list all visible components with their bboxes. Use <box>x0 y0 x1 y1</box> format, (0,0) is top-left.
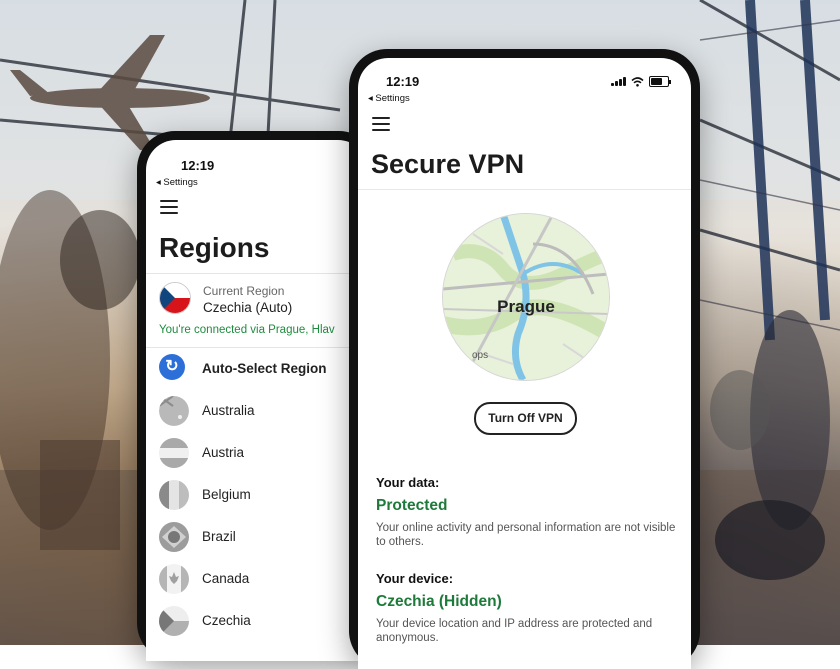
flag-austria-icon <box>159 438 189 468</box>
location-pin-icon <box>443 214 463 240</box>
region-label: Canada <box>202 571 250 586</box>
turn-off-vpn-button[interactable]: Turn Off VPN <box>474 402 577 435</box>
region-item-belgium[interactable]: Belgium <box>146 474 368 516</box>
current-region-panel: Current Region Czechia (Auto) You're con… <box>146 273 368 336</box>
flag-czechia-icon <box>159 606 189 636</box>
flag-brazil-icon <box>159 522 189 552</box>
location-map: Prague ops <box>442 213 610 381</box>
signal-icon <box>611 77 626 86</box>
region-list: ↻ Auto-Select Region Australia Austria B… <box>146 347 368 642</box>
region-label: Auto-Select Region <box>202 361 327 376</box>
status-time: 12:19 <box>386 74 420 89</box>
page-title: Regions <box>159 232 270 263</box>
device-status: Czechia (Hidden) <box>376 593 502 610</box>
flag-canada-icon <box>159 564 189 594</box>
menu-icon[interactable] <box>372 117 390 131</box>
menu-icon[interactable] <box>160 200 178 214</box>
flag-australia-icon <box>159 396 189 426</box>
wifi-icon <box>631 76 644 87</box>
map-city-label: Prague <box>497 297 555 316</box>
page-title: Secure VPN <box>371 149 525 179</box>
region-label: Austria <box>202 445 245 460</box>
region-item-australia[interactable]: Australia <box>146 390 368 432</box>
status-bar-icons <box>611 76 671 87</box>
data-status-section: Your data: Protected Your online activit… <box>376 475 676 549</box>
region-item-canada[interactable]: Canada <box>146 558 368 600</box>
region-item-brazil[interactable]: Brazil <box>146 516 368 558</box>
secure-vpn-screen: 12:19 ◂ Settings Secure VPN Prague ops T… <box>358 58 691 669</box>
region-item-czechia[interactable]: Czechia <box>146 600 368 642</box>
device-description: Your device location and IP address are … <box>376 618 653 644</box>
data-label: Your data: <box>376 475 440 490</box>
connection-status: You're connected via Prague, Hlav <box>159 324 335 336</box>
regions-screen: 12:19 ◂ Settings Regions Current Region … <box>146 140 368 661</box>
status-time: 12:19 <box>181 158 215 173</box>
current-region-caption: Current Region <box>203 284 285 298</box>
region-label: Belgium <box>202 487 251 502</box>
regions-phone: 12:19 ◂ Settings Regions Current Region … <box>137 131 377 661</box>
back-to-settings-link[interactable]: ◂ Settings <box>368 93 410 104</box>
header-divider <box>358 189 691 190</box>
secure-vpn-phone: 12:19 ◂ Settings Secure VPN Prague ops T… <box>349 49 700 669</box>
refresh-icon: ↻ <box>159 354 185 380</box>
device-status-section: Your device: Czechia (Hidden) Your devic… <box>376 571 676 645</box>
current-region-value: Czechia (Auto) <box>203 300 293 315</box>
region-label: Brazil <box>202 529 236 544</box>
data-description: Your online activity and personal inform… <box>376 522 676 548</box>
region-item-austria[interactable]: Austria <box>146 432 368 474</box>
flag-czechia-icon <box>159 282 191 314</box>
back-to-settings-link[interactable]: ◂ Settings <box>156 177 198 188</box>
device-label: Your device: <box>376 571 454 586</box>
region-label: Czechia <box>202 613 251 628</box>
battery-icon <box>649 76 671 87</box>
data-status: Protected <box>376 497 448 514</box>
region-item-auto-select[interactable]: ↻ Auto-Select Region <box>146 348 368 390</box>
flag-belgium-icon <box>159 480 189 510</box>
map-sub-label: ops <box>472 350 489 361</box>
region-label: Australia <box>202 403 255 418</box>
